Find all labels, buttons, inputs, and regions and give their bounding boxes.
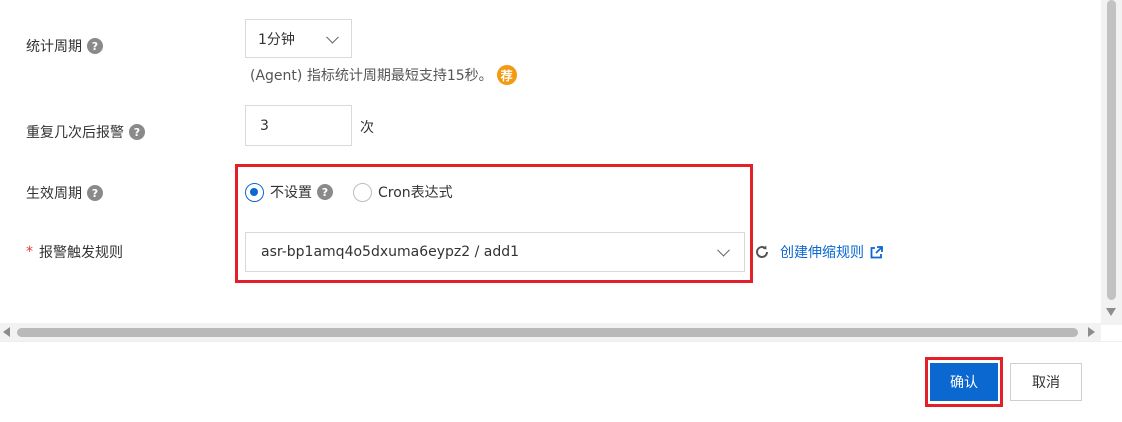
repeat-label: 重复几次后报警 ? [26, 122, 145, 142]
recommend-badge-icon: 荐 [496, 65, 517, 85]
trigger-rule-value: asr-bp1amq4o5dxuma6eypz2 / add1 [261, 244, 520, 260]
confirm-button[interactable]: 确认 [930, 363, 998, 401]
trigger-label: * 报警触发规则 [26, 242, 123, 262]
period-label-text: 统计周期 [26, 39, 82, 55]
period-select[interactable]: 1分钟 [245, 19, 352, 58]
external-link-icon [870, 245, 883, 258]
effective-label: 生效周期 ? [26, 183, 103, 203]
help-icon[interactable]: ? [87, 38, 103, 54]
period-select-value: 1分钟 [258, 31, 295, 48]
repeat-count-value: 3 [260, 117, 269, 134]
trigger-rule-select[interactable]: asr-bp1amq4o5dxuma6eypz2 / add1 [245, 232, 745, 272]
footer-divider [0, 341, 1122, 342]
radio-cron-label: Cron表达式 [378, 185, 453, 201]
chevron-down-icon [326, 30, 339, 44]
scroll-left-arrow-icon[interactable] [3, 327, 10, 337]
radio-not-set[interactable]: 不设置 ? [245, 182, 333, 202]
radio-unchecked-icon[interactable] [353, 182, 372, 202]
effective-radio-group: 不设置 ? Cron表达式 [245, 182, 473, 202]
chevron-down-icon [717, 243, 730, 257]
vertical-scrollbar-thumb[interactable] [1107, 0, 1116, 300]
scroll-right-arrow-icon[interactable] [1088, 327, 1095, 337]
scroll-down-arrow-icon[interactable] [1106, 308, 1116, 316]
period-hint-text: (Agent) 指标统计周期最短支持15秒。 [250, 68, 493, 84]
repeat-label-text: 重复几次后报警 [26, 125, 124, 141]
repeat-unit: 次 [360, 120, 374, 136]
help-icon[interactable]: ? [87, 185, 103, 201]
horizontal-scrollbar-thumb[interactable] [17, 328, 1078, 337]
help-icon[interactable]: ? [317, 184, 333, 200]
create-scaling-rule-link[interactable]: 创建伸缩规则 [780, 242, 883, 262]
create-scaling-rule-text: 创建伸缩规则 [780, 245, 864, 261]
trigger-label-text: 报警触发规则 [39, 245, 123, 261]
cancel-button[interactable]: 取消 [1010, 363, 1082, 401]
repeat-count-input[interactable]: 3 [245, 105, 352, 146]
help-icon[interactable]: ? [129, 124, 145, 140]
period-hint: (Agent) 指标统计周期最短支持15秒。 荐 [250, 65, 517, 85]
refresh-icon[interactable] [754, 244, 770, 260]
radio-checked-icon[interactable] [245, 182, 264, 202]
required-mark: * [26, 244, 33, 260]
radio-not-set-label: 不设置 [270, 185, 312, 201]
effective-label-text: 生效周期 [26, 186, 82, 202]
period-label: 统计周期 ? [26, 36, 103, 56]
radio-cron[interactable]: Cron表达式 [353, 182, 453, 202]
